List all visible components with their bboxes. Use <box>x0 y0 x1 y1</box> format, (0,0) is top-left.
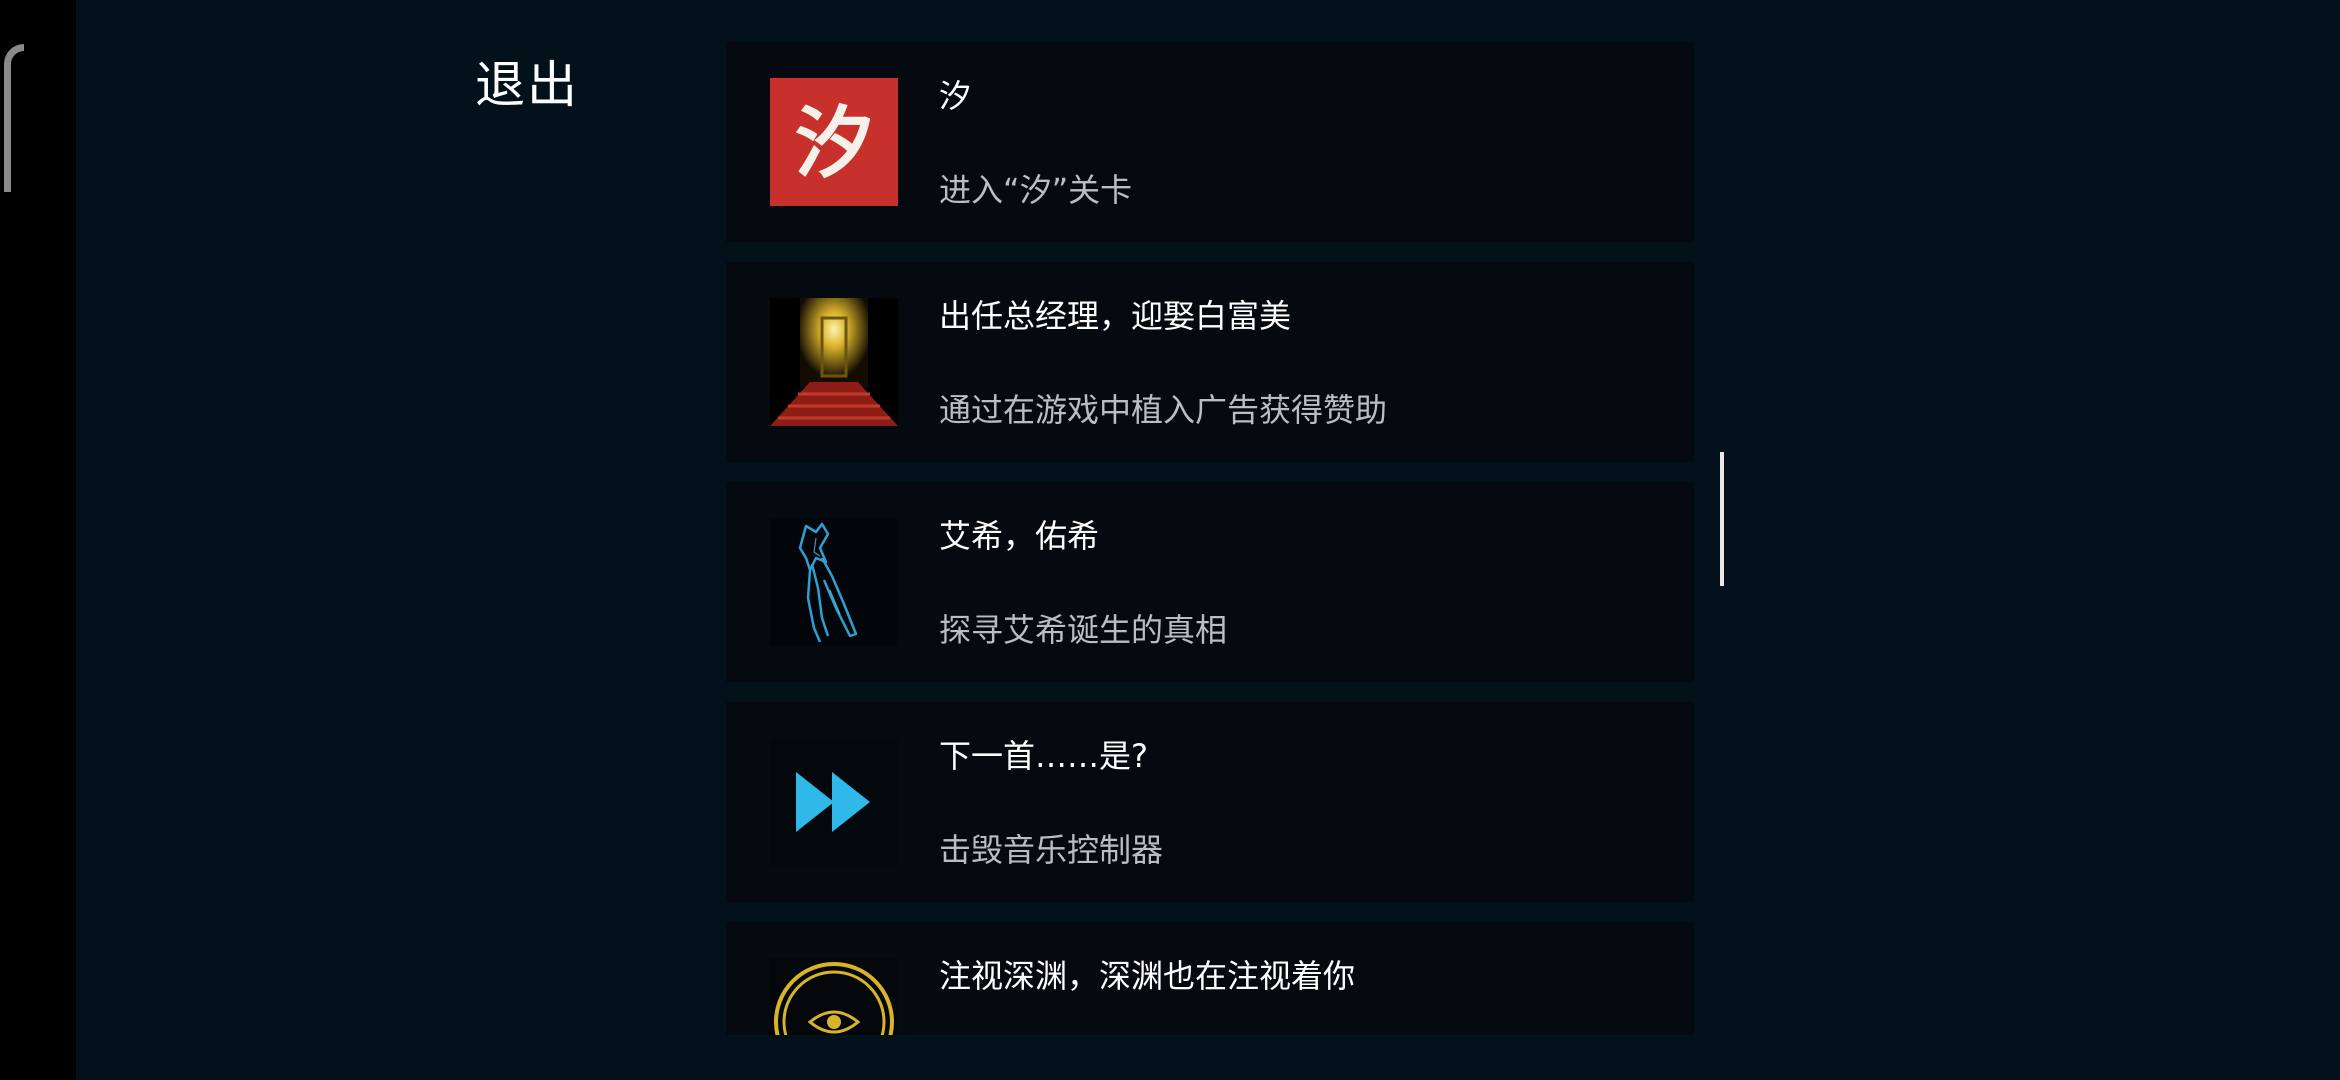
achievement-title: 汐 <box>939 77 972 115</box>
achievements-page: 退出 汐 汐 进入“汐”关卡 出任总经理，迎娶白富美 通过在游戏中植入广告获得赞… <box>76 0 2340 1080</box>
achievement-title: 艾希，佑希 <box>939 517 1100 555</box>
achievement-description: 进入“汐”关卡 <box>939 171 1133 209</box>
achievement-title: 下一首……是? <box>939 737 1148 775</box>
list-scrollbar[interactable] <box>1720 452 1724 586</box>
red-calligraphy-xi-icon: 汐 <box>770 78 898 206</box>
edge-gesture-handle[interactable] <box>4 44 24 192</box>
fast-forward-icon <box>770 738 898 866</box>
achievement-title: 出任总经理，迎娶白富美 <box>939 297 1292 335</box>
achievement-title: 注视深渊，深渊也在注视着你 <box>939 957 1356 995</box>
icon-glyph: 汐 <box>795 98 873 189</box>
achievement-card[interactable]: 下一首……是? 击毁音乐控制器 <box>726 702 1694 902</box>
red-carpet-golden-door-icon <box>770 298 898 426</box>
golden-eye-circle-icon <box>770 958 898 1035</box>
achievement-list-viewport[interactable]: 汐 汐 进入“汐”关卡 出任总经理，迎娶白富美 通过在游戏中植入广告获得赞助 艾… <box>726 0 1770 1035</box>
game-screen: 退出 汐 汐 进入“汐”关卡 出任总经理，迎娶白富美 通过在游戏中植入广告获得赞… <box>0 0 2340 1080</box>
screen-bezel <box>0 0 76 1080</box>
achievement-card[interactable]: 出任总经理，迎娶白富美 通过在游戏中植入广告获得赞助 <box>726 262 1694 462</box>
achievement-description: 通过在游戏中植入广告获得赞助 <box>939 391 1388 429</box>
exit-button[interactable]: 退出 <box>475 50 579 120</box>
achievement-description: 击毁音乐控制器 <box>939 831 1164 869</box>
achievement-card[interactable]: 汐 汐 进入“汐”关卡 <box>726 42 1694 242</box>
achievement-card[interactable]: 艾希，佑希 探寻艾希诞生的真相 <box>726 482 1694 682</box>
achievement-description: 探寻艾希诞生的真相 <box>939 611 1228 649</box>
blue-wireframe-sword-figure-icon <box>770 518 898 646</box>
achievement-card[interactable]: 注视深渊，深渊也在注视着你 <box>726 922 1694 1035</box>
